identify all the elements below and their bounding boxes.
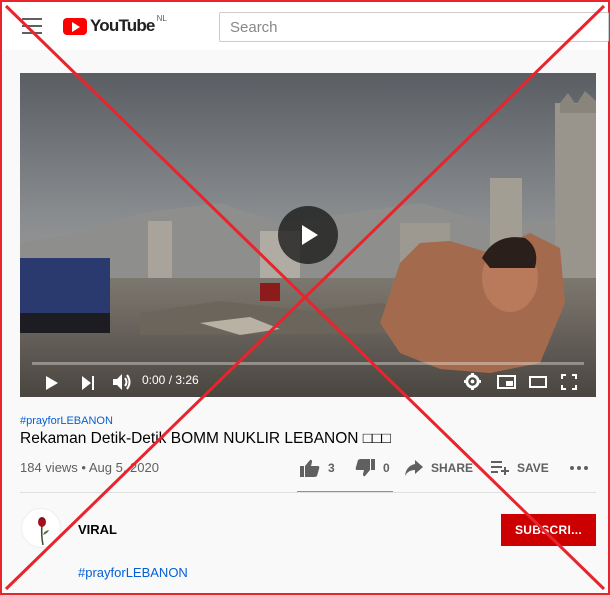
youtube-logo-icon	[63, 17, 87, 35]
next-icon[interactable]	[82, 376, 96, 390]
thumbs-up-icon	[300, 459, 320, 477]
rose-image	[38, 517, 49, 546]
like-count: 3	[328, 461, 335, 475]
share-label: SHARE	[431, 461, 474, 475]
time-display: 0:00 / 3:26	[142, 373, 199, 387]
menu-icon[interactable]	[22, 18, 42, 34]
miniplayer-icon[interactable]	[497, 375, 516, 389]
settings-gear-icon[interactable]	[464, 373, 481, 390]
share-icon	[405, 460, 423, 476]
video-title: Rekaman Detik-Detik BOMM NUKLIR LEBANON …	[20, 430, 391, 447]
like-button[interactable]: 3	[300, 458, 335, 478]
share-button[interactable]: SHARE	[405, 458, 473, 478]
divider	[20, 492, 596, 493]
save-playlist-icon	[491, 461, 509, 475]
more-actions-button[interactable]	[570, 458, 588, 478]
thumbs-down-icon	[355, 459, 375, 477]
logo-region: NL	[156, 14, 167, 23]
hashtag-link-top[interactable]: #prayforLEBANON	[20, 415, 113, 427]
save-button[interactable]: SAVE	[491, 458, 549, 478]
channel-avatar[interactable]	[21, 508, 61, 548]
views-and-date: 184 views • Aug 5, 2020	[20, 460, 159, 475]
dislike-button[interactable]: 0	[355, 458, 390, 478]
player-controls: 0:00 / 3:26	[20, 365, 596, 397]
more-icon	[570, 466, 588, 470]
save-label: SAVE	[517, 461, 549, 475]
search-box[interactable]	[219, 12, 609, 42]
volume-icon[interactable]	[112, 373, 132, 391]
play-overlay-button[interactable]	[278, 206, 338, 264]
play-icon[interactable]	[46, 376, 58, 390]
youtube-logo[interactable]: YouTube NL	[63, 14, 167, 36]
logo-text: YouTube	[90, 16, 155, 35]
top-bar: YouTube NL	[2, 2, 609, 50]
theater-icon[interactable]	[529, 376, 547, 388]
channel-name[interactable]: VIRAL	[78, 522, 117, 537]
subscribe-button[interactable]: SUBSCRI...	[501, 514, 596, 546]
search-input[interactable]	[220, 13, 608, 41]
hashtag-link-bottom[interactable]: #prayforLEBANON	[78, 565, 188, 580]
video-player[interactable]: 0:00 / 3:26	[20, 73, 596, 397]
dislike-count: 0	[383, 461, 390, 475]
fullscreen-icon[interactable]	[561, 374, 577, 390]
